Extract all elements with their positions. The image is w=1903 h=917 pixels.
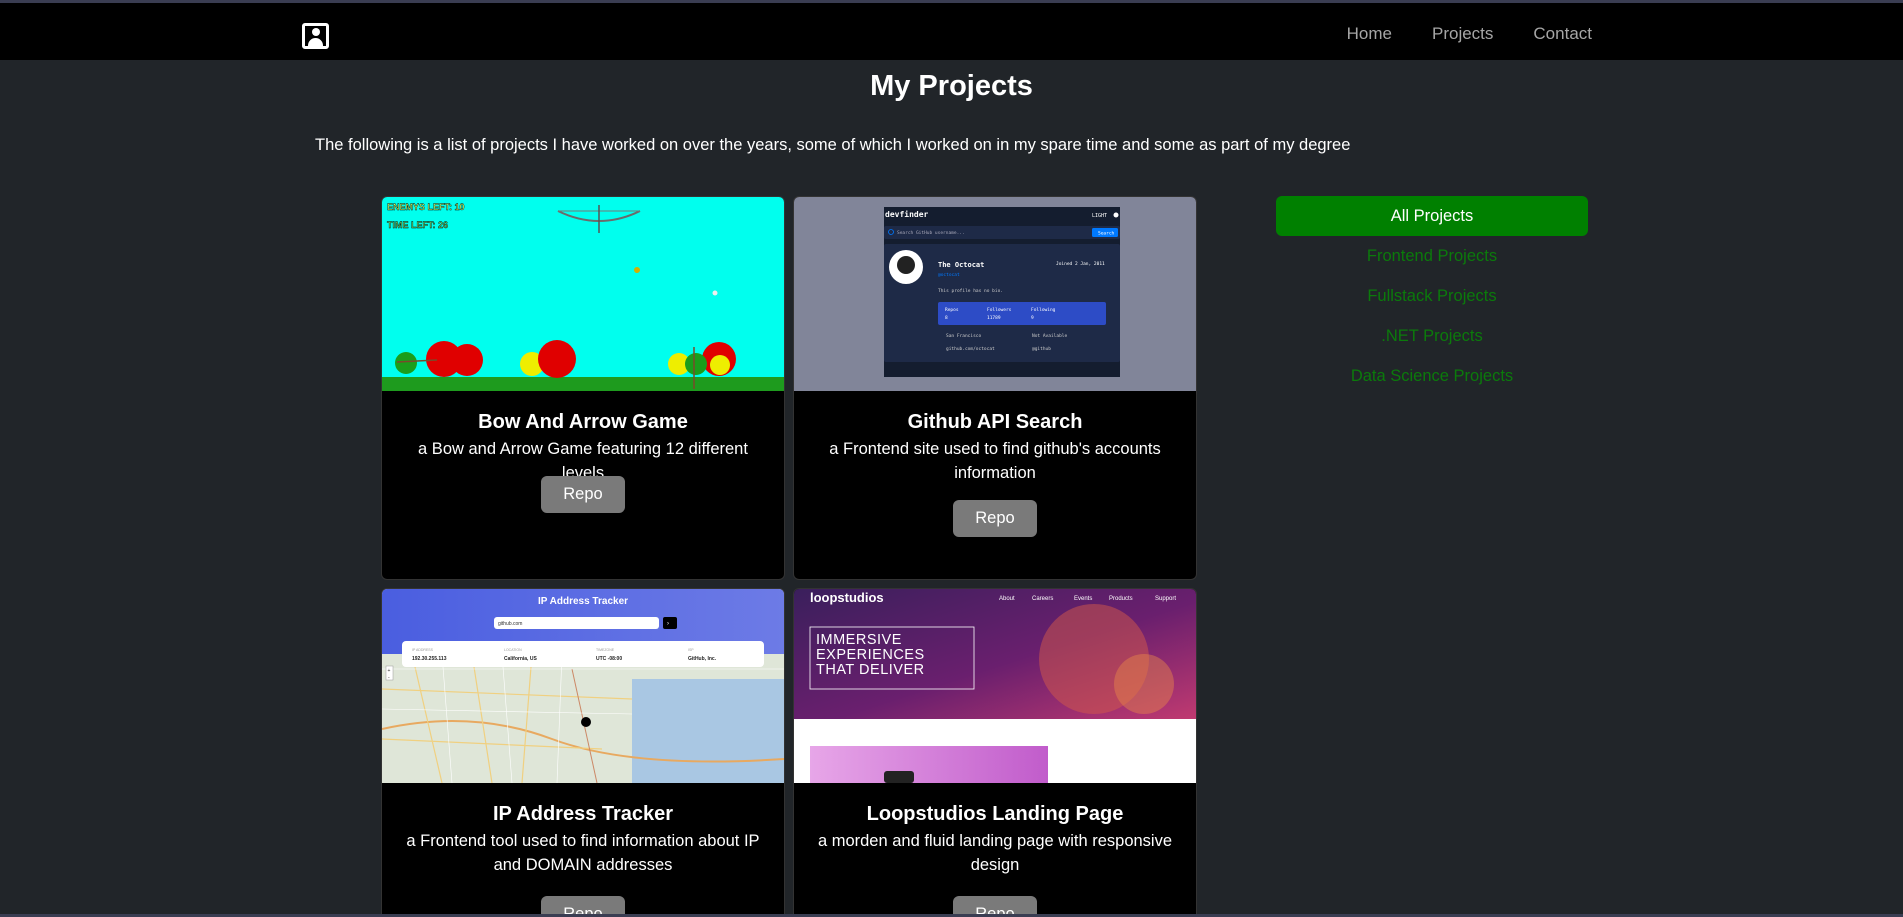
project-thumbnail-loopstudios: loopstudios About Careers Events Product…: [794, 589, 1196, 783]
svg-text:8: 8: [945, 315, 948, 321]
repo-button[interactable]: Repo: [541, 476, 625, 513]
svg-text:About: About: [999, 596, 1015, 602]
svg-text:Repos: Repos: [945, 307, 959, 313]
project-description: a morden and fluid landing page with res…: [817, 832, 1173, 874]
svg-text:11789: 11789: [987, 315, 1001, 321]
intro-text: The following is a list of projects I ha…: [315, 136, 1351, 154]
svg-text:@github: @github: [1032, 346, 1051, 352]
svg-text:The Octocat: The Octocat: [938, 261, 984, 269]
project-thumbnail-bow-arrow: ENEMYS LEFT: 10 TIME LEFT: 26: [382, 197, 784, 391]
svg-text:ISP: ISP: [688, 648, 694, 652]
svg-text:Followers: Followers: [987, 307, 1012, 313]
svg-text:@octocat: @octocat: [938, 272, 960, 278]
project-title: Bow And Arrow Game: [478, 411, 688, 433]
svg-text:github.com: github.com: [498, 621, 522, 627]
nav-link-home[interactable]: Home: [1347, 22, 1392, 46]
svg-text:Search: Search: [1098, 231, 1115, 237]
project-card-bow-arrow: ENEMYS LEFT: 10 TIME LEFT: 26 Bow And Ar…: [381, 196, 785, 580]
svg-text:LOCATION: LOCATION: [504, 648, 522, 652]
filter-frontend-projects[interactable]: Frontend Projects: [1276, 236, 1588, 276]
project-description: a Frontend site used to find github's ac…: [829, 440, 1161, 482]
project-title: IP Address Tracker: [492, 803, 674, 825]
project-filter-sidebar: All Projects Frontend Projects Fullstack…: [1276, 196, 1588, 396]
svg-text:Events: Events: [1074, 596, 1092, 602]
nav-links: Home Projects Contact: [1347, 22, 1592, 46]
svg-text:Support: Support: [1155, 596, 1176, 602]
svg-text:IP Address Tracker: IP Address Tracker: [538, 596, 628, 607]
filter-dotnet-projects[interactable]: .NET Projects: [1276, 316, 1588, 356]
project-thumbnail-ip-tracker: IP Address Tracker github.com › IP ADDRE…: [382, 589, 784, 783]
svg-text:LIGHT: LIGHT: [1092, 213, 1107, 219]
project-title: Github API Search: [907, 411, 1083, 433]
project-card-loopstudios: loopstudios About Careers Events Product…: [793, 588, 1197, 917]
svg-text:Search GitHub username...: Search GitHub username...: [897, 230, 965, 236]
svg-text:GitHub, Inc.: GitHub, Inc.: [688, 656, 717, 662]
svg-text:California, US: California, US: [504, 656, 537, 662]
svg-text:UTC -08:00: UTC -08:00: [596, 656, 622, 662]
svg-text:›: ›: [667, 621, 669, 627]
filter-data-science-projects[interactable]: Data Science Projects: [1276, 356, 1588, 396]
svg-text:San Francisco: San Francisco: [946, 333, 982, 339]
svg-text:Following: Following: [1031, 307, 1056, 313]
svg-text:This profile has no bio.: This profile has no bio.: [938, 288, 1003, 294]
svg-text:loopstudios: loopstudios: [810, 590, 884, 605]
time-left-text: TIME LEFT: 26: [387, 220, 448, 230]
project-thumbnail-github-search: devfinder LIGHT Search GitHub username..…: [794, 197, 1196, 391]
nav-link-contact[interactable]: Contact: [1533, 22, 1592, 46]
project-card-ip-tracker: IP Address Tracker github.com › IP ADDRE…: [381, 588, 785, 917]
svg-text:9: 9: [1031, 315, 1034, 321]
enemies-left-text: ENEMYS LEFT: 10: [387, 202, 465, 212]
svg-text:Joined 2 Jan, 2011: Joined 2 Jan, 2011: [1056, 261, 1105, 267]
svg-text:+: +: [388, 668, 391, 674]
filter-all-projects[interactable]: All Projects: [1276, 196, 1588, 236]
svg-text:Careers: Careers: [1032, 596, 1053, 602]
nav-link-projects[interactable]: Projects: [1432, 22, 1493, 46]
navbar: Home Projects Contact: [0, 3, 1903, 60]
svg-text:github.com/octocat: github.com/octocat: [946, 346, 995, 352]
brand-logo-icon[interactable]: [302, 23, 329, 49]
svg-text:192.30.255.113: 192.30.255.113: [412, 656, 447, 662]
svg-text:Not Available: Not Available: [1032, 333, 1068, 339]
project-description: a Frontend tool used to find information…: [406, 832, 760, 874]
filter-fullstack-projects[interactable]: Fullstack Projects: [1276, 276, 1588, 316]
svg-text:TIMEZONE: TIMEZONE: [596, 648, 615, 652]
page-title: My Projects: [870, 70, 1033, 102]
repo-button[interactable]: Repo: [953, 500, 1037, 537]
project-title: Loopstudios Landing Page: [866, 803, 1124, 825]
svg-text:devfinder: devfinder: [885, 209, 929, 219]
project-card-github-search: devfinder LIGHT Search GitHub username..…: [793, 196, 1197, 580]
svg-text:Products: Products: [1109, 596, 1133, 602]
svg-text:IP ADDRESS: IP ADDRESS: [412, 648, 434, 652]
